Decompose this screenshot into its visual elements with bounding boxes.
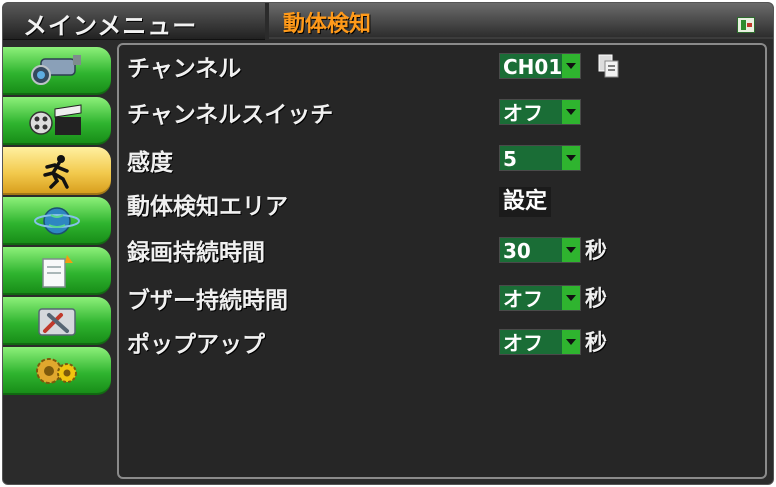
gears-icon bbox=[36, 358, 77, 384]
copy-icon[interactable] bbox=[597, 53, 621, 79]
sidebar-item-device[interactable] bbox=[3, 297, 111, 345]
record-duration-select[interactable]: 30 bbox=[499, 237, 581, 263]
chevron-down-icon bbox=[562, 238, 580, 262]
sidebar-item-network[interactable] bbox=[3, 197, 111, 245]
channel-label: チャンネル bbox=[127, 56, 242, 82]
chevron-down-icon bbox=[562, 100, 580, 124]
channel-select[interactable]: CH01 bbox=[499, 53, 581, 79]
buzzer-duration-value: オフ bbox=[503, 287, 543, 311]
main-menu-header[interactable]: メインメニュー bbox=[3, 3, 265, 40]
buzzer-duration-label: ブザー持続時間 bbox=[127, 288, 288, 314]
chevron-down-icon bbox=[562, 330, 580, 354]
sidebar-item-record[interactable] bbox=[3, 97, 111, 145]
popup-value: オフ bbox=[503, 331, 543, 355]
globe-network-icon bbox=[34, 207, 80, 235]
sidebar bbox=[3, 39, 113, 484]
record-duration-value: 30 bbox=[503, 239, 531, 263]
exit-icon[interactable] bbox=[737, 17, 755, 33]
chevron-down-icon bbox=[562, 146, 580, 170]
channel-switch-label: チャンネルスイッチ bbox=[127, 102, 334, 128]
channel-value: CH01 bbox=[503, 55, 563, 79]
motion-area-label: 動体検知エリア bbox=[127, 194, 288, 220]
chevron-down-icon bbox=[562, 286, 580, 310]
buzzer-duration-select[interactable]: オフ bbox=[499, 285, 581, 311]
channel-switch-value: オフ bbox=[503, 101, 543, 125]
film-clapper-icon bbox=[29, 104, 82, 135]
page-title: 動体検知 bbox=[283, 12, 372, 37]
page-tab: 動体検知 bbox=[269, 3, 773, 39]
popup-unit: 秒 bbox=[585, 331, 608, 356]
popup-select[interactable]: オフ bbox=[499, 329, 581, 355]
camera-icon bbox=[31, 55, 81, 85]
sidebar-item-camera[interactable] bbox=[3, 47, 111, 95]
channel-switch-select[interactable]: オフ bbox=[499, 99, 581, 125]
running-man-icon bbox=[43, 155, 69, 189]
sensitivity-select[interactable]: 5 bbox=[499, 145, 581, 171]
record-duration-label: 録画持続時間 bbox=[127, 240, 265, 266]
motion-area-setup-button[interactable]: 設定 bbox=[499, 187, 552, 217]
chevron-down-icon bbox=[562, 54, 580, 78]
popup-label: ポップアップ bbox=[127, 332, 265, 358]
sensitivity-label: 感度 bbox=[127, 150, 173, 176]
buzzer-duration-unit: 秒 bbox=[585, 287, 608, 312]
sidebar-item-system[interactable] bbox=[3, 347, 111, 395]
sensitivity-value: 5 bbox=[503, 147, 517, 171]
tools-icon bbox=[38, 308, 76, 336]
document-alert-icon bbox=[42, 255, 73, 288]
record-duration-unit: 秒 bbox=[585, 239, 608, 264]
main-menu-title: メインメニュー bbox=[23, 12, 198, 40]
sidebar-item-motion[interactable] bbox=[3, 147, 111, 195]
motion-settings-panel: チャンネル CH01 チャンネルスイッチ オフ 感度 5 動体検知エリア 設定 … bbox=[117, 43, 767, 479]
dvr-window: メインメニュー 動体検知 チャンネル CH01 チャンネルスイッチ オフ 感度 … bbox=[2, 2, 774, 485]
sidebar-item-alarm[interactable] bbox=[3, 247, 111, 295]
